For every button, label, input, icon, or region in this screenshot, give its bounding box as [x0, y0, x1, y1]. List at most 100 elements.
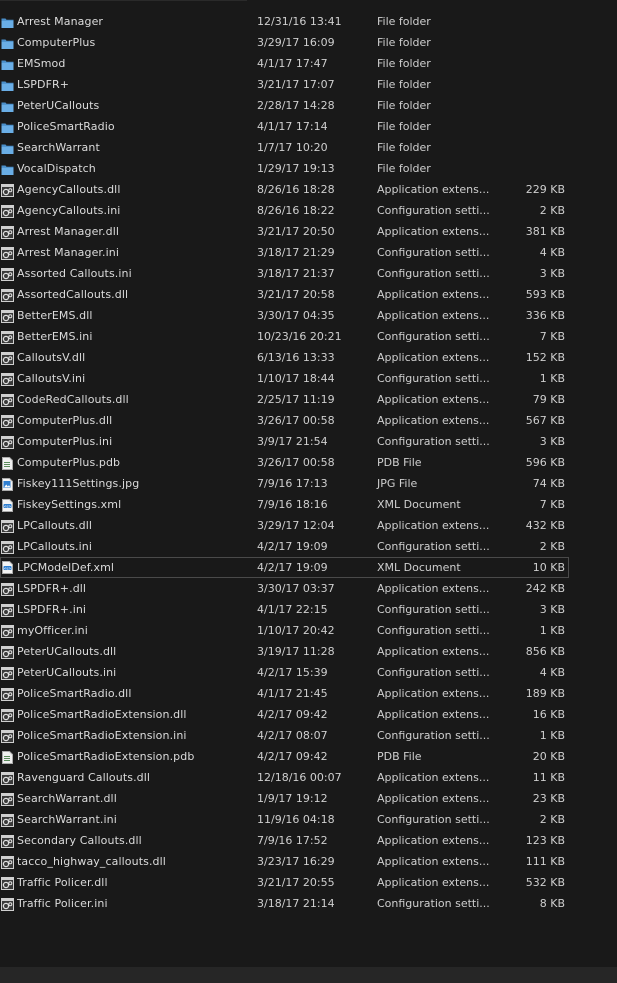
- file-row[interactable]: PoliceSmartRadio.dll 4/1/17 21:45 Applicat…: [0, 683, 617, 704]
- file-date-modified: 4/1/17 17:14: [257, 120, 328, 133]
- file-type: Application extens...: [377, 834, 490, 847]
- file-row[interactable]: CalloutsV.dll 6/13/16 13:33 Application ex…: [0, 347, 617, 368]
- file-size: 856 KB: [525, 645, 565, 658]
- gear-file-icon: [1, 288, 14, 302]
- file-type: File folder: [377, 99, 431, 112]
- file-row[interactable]: <e> LPCModelDef.xml 4/2/17 19:09 XML Docume…: [0, 557, 569, 578]
- file-name: BetterEMS.ini: [17, 330, 93, 343]
- file-list: Arrest Manager 12/31/16 13:41 File folder C…: [0, 11, 617, 914]
- file-date-modified: 3/21/17 20:55: [257, 876, 335, 889]
- file-type: Configuration setti...: [377, 666, 490, 679]
- image-file-icon: [1, 477, 14, 491]
- file-name: ComputerPlus.ini: [17, 435, 113, 448]
- file-row[interactable]: Fiskey111Settings.jpg 7/9/16 17:13 JPG Fil…: [0, 473, 617, 494]
- file-row[interactable]: BetterEMS.dll 3/30/17 04:35 Application ex…: [0, 305, 617, 326]
- file-size: 1 KB: [539, 624, 565, 637]
- folder-row[interactable]: PeterUCallouts 2/28/17 14:28 File folder: [0, 95, 617, 116]
- gear-file-icon: [1, 267, 14, 281]
- file-row[interactable]: BetterEMS.ini 10/23/16 20:21 Configuration…: [0, 326, 617, 347]
- file-date-modified: 3/23/17 16:29: [257, 855, 335, 868]
- file-row[interactable]: AssortedCallouts.dll 3/21/17 20:58 Applica…: [0, 284, 617, 305]
- file-name: AssortedCallouts.dll: [17, 288, 129, 301]
- file-row[interactable]: tacco_highway_callouts.dll 3/23/17 16:29 A…: [0, 851, 617, 872]
- file-date-modified: 3/29/17 16:09: [257, 36, 335, 49]
- file-row[interactable]: AgencyCallouts.dll 8/26/16 18:28 Applicati…: [0, 179, 617, 200]
- folder-row[interactable]: EMSmod 4/1/17 17:47 File folder: [0, 53, 617, 74]
- file-row[interactable]: Arrest Manager.ini 3/18/17 21:29 Configura…: [0, 242, 617, 263]
- gear-file-icon: [1, 708, 14, 722]
- file-size: 432 KB: [525, 519, 565, 532]
- file-date-modified: 3/30/17 03:37: [257, 582, 335, 595]
- folder-row[interactable]: LSPDFR+ 3/21/17 17:07 File folder: [0, 74, 617, 95]
- gear-file-icon: [1, 813, 14, 827]
- file-name: Ravenguard Callouts.dll: [17, 771, 151, 784]
- folder-row[interactable]: SearchWarrant 1/7/17 10:20 File folder: [0, 137, 617, 158]
- file-type: Configuration setti...: [377, 435, 490, 448]
- document-file-icon: [1, 456, 14, 470]
- folder-row[interactable]: PoliceSmartRadio 4/1/17 17:14 File folder: [0, 116, 617, 137]
- file-row[interactable]: Traffic Policer.dll 3/21/17 20:55 Applicat…: [0, 872, 617, 893]
- file-size: 3 KB: [539, 435, 565, 448]
- folder-icon: [1, 36, 14, 49]
- file-row[interactable]: LSPDFR+.dll 3/30/17 03:37 Application exte…: [0, 578, 617, 599]
- file-row[interactable]: CalloutsV.ini 1/10/17 18:44 Configuration …: [0, 368, 617, 389]
- gear-file-icon: [1, 414, 14, 428]
- file-row[interactable]: Assorted Callouts.ini 3/18/17 21:37 Config…: [0, 263, 617, 284]
- file-size: 596 KB: [525, 456, 565, 469]
- file-type: Application extens...: [377, 855, 490, 868]
- file-row[interactable]: LSPDFR+.ini 4/1/17 22:15 Configuration set…: [0, 599, 617, 620]
- file-row[interactable]: CodeRedCallouts.dll 2/25/17 11:19 Applicat…: [0, 389, 617, 410]
- file-row[interactable]: LPCallouts.ini 4/2/17 19:09 Configuration …: [0, 536, 617, 557]
- file-size: 123 KB: [525, 834, 565, 847]
- file-row[interactable]: myOfficer.ini 1/10/17 20:42 Configuration …: [0, 620, 617, 641]
- file-type: Application extens...: [377, 771, 490, 784]
- file-row[interactable]: PoliceSmartRadioExtension.pdb 4/2/17 09:4…: [0, 746, 617, 767]
- folder-icon: [1, 99, 14, 112]
- file-type: Application extens...: [377, 792, 490, 805]
- file-type: Application extens...: [377, 183, 490, 196]
- file-name: PoliceSmartRadioExtension.ini: [17, 729, 187, 742]
- file-name: PeterUCallouts: [17, 99, 100, 112]
- file-date-modified: 3/21/17 17:07: [257, 78, 335, 91]
- file-date-modified: 3/18/17 21:37: [257, 267, 335, 280]
- file-type: Configuration setti...: [377, 729, 490, 742]
- file-row[interactable]: Traffic Policer.ini 3/18/17 21:14 Configur…: [0, 893, 617, 914]
- file-row[interactable]: ComputerPlus.dll 3/26/17 00:58 Application…: [0, 410, 617, 431]
- file-name: ComputerPlus.pdb: [17, 456, 121, 469]
- file-size: 74 KB: [532, 477, 565, 490]
- file-name: PoliceSmartRadio.dll: [17, 687, 132, 700]
- file-date-modified: 2/25/17 11:19: [257, 393, 335, 406]
- gear-file-icon: [1, 687, 14, 701]
- file-date-modified: 4/2/17 09:42: [257, 708, 328, 721]
- file-row[interactable]: PoliceSmartRadioExtension.ini 4/2/17 08:0…: [0, 725, 617, 746]
- file-row[interactable]: <e> FiskeySettings.xml 7/9/16 18:16 XML Doc…: [0, 494, 617, 515]
- file-row[interactable]: SearchWarrant.ini 11/9/16 04:18 Configurat…: [0, 809, 617, 830]
- folder-row[interactable]: ComputerPlus 3/29/17 16:09 File folder: [0, 32, 617, 53]
- file-row[interactable]: SearchWarrant.dll 1/9/17 19:12 Application…: [0, 788, 617, 809]
- file-date-modified: 3/18/17 21:29: [257, 246, 335, 259]
- file-name: SearchWarrant: [17, 141, 100, 154]
- file-type: Configuration setti...: [377, 540, 490, 553]
- file-date-modified: 10/23/16 20:21: [257, 330, 342, 343]
- gear-file-icon: [1, 666, 14, 680]
- file-type: Application extens...: [377, 645, 490, 658]
- file-name: CalloutsV.dll: [17, 351, 86, 364]
- file-type: Application extens...: [377, 288, 490, 301]
- file-type: Application extens...: [377, 393, 490, 406]
- file-row[interactable]: ComputerPlus.ini 3/9/17 21:54 Configuratio…: [0, 431, 617, 452]
- folder-row[interactable]: VocalDispatch 1/29/17 19:13 File folder: [0, 158, 617, 179]
- file-row[interactable]: Ravenguard Callouts.dll 12/18/16 00:07 App…: [0, 767, 617, 788]
- file-name: BetterEMS.dll: [17, 309, 93, 322]
- file-row[interactable]: PoliceSmartRadioExtension.dll 4/2/17 09:4…: [0, 704, 617, 725]
- file-row[interactable]: AgencyCallouts.ini 8/26/16 18:22 Configura…: [0, 200, 617, 221]
- file-row[interactable]: LPCallouts.dll 3/29/17 12:04 Application e…: [0, 515, 617, 536]
- file-row[interactable]: Arrest Manager.dll 3/21/17 20:50 Applicati…: [0, 221, 617, 242]
- file-row[interactable]: ComputerPlus.pdb 3/26/17 00:58 PDB File 596…: [0, 452, 617, 473]
- file-row[interactable]: Secondary Callouts.dll 7/9/16 17:52 Applic…: [0, 830, 617, 851]
- gear-file-icon: [1, 729, 14, 743]
- file-size: 336 KB: [525, 309, 565, 322]
- file-row[interactable]: PeterUCallouts.dll 3/19/17 11:28 Applicati…: [0, 641, 617, 662]
- file-type: JPG File: [377, 477, 418, 490]
- folder-row[interactable]: Arrest Manager 12/31/16 13:41 File folder: [0, 11, 617, 32]
- file-row[interactable]: PeterUCallouts.ini 4/2/17 15:39 Configurat…: [0, 662, 617, 683]
